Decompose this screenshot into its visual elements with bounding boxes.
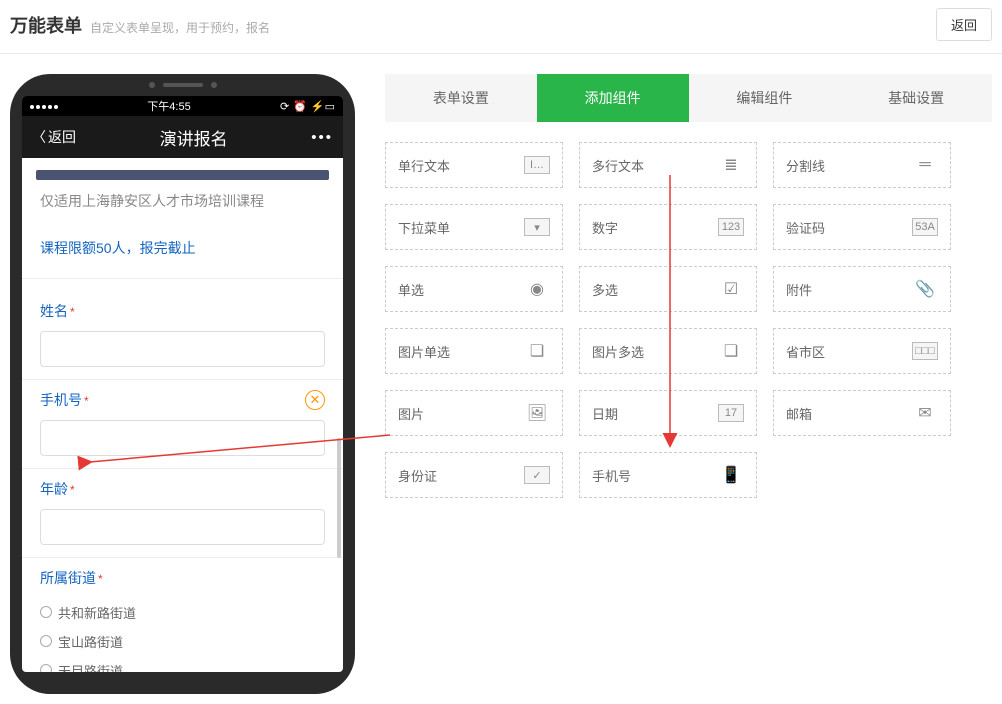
radio-label: 天目路街道 bbox=[58, 661, 123, 672]
component-label: 身份证 bbox=[398, 466, 437, 485]
status-time: 下午4:55 bbox=[147, 98, 190, 114]
component-card[interactable]: 单选 ◉ bbox=[385, 266, 563, 312]
component-card[interactable]: 多选 ☑ bbox=[579, 266, 757, 312]
component-card[interactable]: 数字 123 bbox=[579, 204, 757, 250]
component-card[interactable]: 手机号 📱 bbox=[579, 452, 757, 498]
component-icon: ☑ bbox=[718, 280, 744, 298]
radio-label: 宝山路街道 bbox=[58, 632, 123, 651]
page-subtitle: 自定义表单呈现，用于预约，报名 bbox=[90, 19, 270, 36]
component-icon: ≣ bbox=[718, 156, 744, 174]
component-label: 分割线 bbox=[786, 156, 825, 175]
component-icon: 📎 bbox=[912, 280, 938, 298]
phone-input[interactable] bbox=[40, 420, 325, 456]
component-label: 手机号 bbox=[592, 466, 631, 485]
component-label: 图片 bbox=[398, 404, 424, 423]
component-icon: ═ bbox=[912, 156, 938, 174]
component-palette: 单行文本 I… 多行文本 ≣ 分割线 ═ 下拉菜单 ▾ 数字 123 验证码 53A 单选 ◉ 多选 ☑ 附件 📎… bbox=[385, 122, 992, 498]
component-label: 验证码 bbox=[786, 218, 825, 237]
component-card[interactable]: 下拉菜单 ▾ bbox=[385, 204, 563, 250]
radio-option[interactable]: 宝山路街道 bbox=[40, 627, 325, 656]
form-banner bbox=[36, 170, 329, 180]
component-label: 单行文本 bbox=[398, 156, 450, 175]
component-icon: 123 bbox=[718, 218, 744, 236]
component-icon: □□□ bbox=[912, 342, 938, 360]
builder-tabs: 表单设置 添加组件 编辑组件 基础设置 bbox=[385, 74, 992, 122]
component-icon: ◉ bbox=[524, 280, 550, 298]
close-icon[interactable]: ✕ bbox=[305, 390, 325, 410]
component-icon: 53A bbox=[912, 218, 938, 236]
tab-form-settings[interactable]: 表单设置 bbox=[385, 74, 537, 122]
field-name[interactable]: 姓名* bbox=[22, 291, 343, 380]
component-icon: 17 bbox=[718, 404, 744, 422]
nav-more-icon[interactable]: ••• bbox=[311, 129, 333, 146]
component-icon: ▾ bbox=[524, 218, 550, 236]
field-age-label: 年龄 bbox=[40, 479, 68, 499]
component-card[interactable]: 身份证 ✓ bbox=[385, 452, 563, 498]
component-label: 下拉菜单 bbox=[398, 218, 450, 237]
field-street[interactable]: 所属街道* 共和新路街道 宝山路街道 天目路街道 bbox=[22, 558, 343, 672]
component-label: 多选 bbox=[592, 280, 618, 299]
component-label: 日期 bbox=[592, 404, 618, 423]
battery-icon: ⚡▭ bbox=[311, 100, 335, 113]
alarm-icon: ⏰ bbox=[293, 100, 307, 113]
component-label: 省市区 bbox=[786, 342, 825, 361]
component-card[interactable]: 单行文本 I… bbox=[385, 142, 563, 188]
component-card[interactable]: 邮箱 ✉ bbox=[773, 390, 951, 436]
component-icon: ❏ bbox=[524, 342, 550, 360]
component-label: 附件 bbox=[786, 280, 812, 299]
component-card[interactable]: 多行文本 ≣ bbox=[579, 142, 757, 188]
component-label: 图片单选 bbox=[398, 342, 450, 361]
form-quota-note: 课程限额50人，报完截止 bbox=[22, 230, 343, 279]
name-input[interactable] bbox=[40, 331, 325, 367]
component-icon: 📱 bbox=[718, 466, 744, 484]
field-name-label: 姓名 bbox=[40, 301, 68, 321]
component-icon: ✉ bbox=[912, 404, 938, 422]
field-phone-label: 手机号 bbox=[40, 390, 82, 410]
nav-back-label: 返回 bbox=[48, 127, 76, 147]
refresh-icon: ⟳ bbox=[280, 100, 289, 113]
radio-option[interactable]: 共和新路街道 bbox=[40, 598, 325, 627]
component-card[interactable]: 附件 📎 bbox=[773, 266, 951, 312]
component-icon: ✓ bbox=[524, 466, 550, 484]
radio-option[interactable]: 天目路街道 bbox=[40, 656, 325, 672]
component-label: 单选 bbox=[398, 280, 424, 299]
phone-statusbar: 下午4:55 ⟳ ⏰ ⚡▭ bbox=[22, 96, 343, 116]
nav-back-button[interactable]: 〈 返回 bbox=[32, 127, 76, 147]
tab-edit-component[interactable]: 编辑组件 bbox=[689, 74, 841, 122]
back-button[interactable]: 返回 bbox=[936, 8, 992, 41]
component-card[interactable]: 分割线 ═ bbox=[773, 142, 951, 188]
component-icon: I… bbox=[524, 156, 550, 174]
form-preview: 仅适用上海静安区人才市场培训课程 课程限额50人，报完截止 姓名* 手机号* ✕ bbox=[22, 158, 343, 672]
chevron-left-icon: 〈 bbox=[32, 127, 46, 147]
page-title: 万能表单 bbox=[10, 12, 82, 38]
nav-title: 演讲报名 bbox=[160, 125, 228, 150]
component-card[interactable]: 日期 17 bbox=[579, 390, 757, 436]
component-card[interactable]: 图片单选 ❏ bbox=[385, 328, 563, 374]
component-icon: ❏ bbox=[718, 342, 744, 360]
field-street-label: 所属街道 bbox=[40, 568, 96, 588]
tab-add-component[interactable]: 添加组件 bbox=[537, 74, 689, 122]
form-description: 仅适用上海静安区人才市场培训课程 bbox=[22, 188, 343, 230]
component-card[interactable]: 省市区 □□□ bbox=[773, 328, 951, 374]
phone-mockup: 下午4:55 ⟳ ⏰ ⚡▭ 〈 返回 演讲报名 ••• 仅适用上海静安区人才市场… bbox=[10, 74, 355, 694]
component-card[interactable]: 图片多选 ❏ bbox=[579, 328, 757, 374]
tab-base-settings[interactable]: 基础设置 bbox=[840, 74, 992, 122]
component-card[interactable]: 验证码 53A bbox=[773, 204, 951, 250]
component-card[interactable]: 图片 🖼 bbox=[385, 390, 563, 436]
component-label: 数字 bbox=[592, 218, 618, 237]
age-input[interactable] bbox=[40, 509, 325, 545]
field-phone[interactable]: 手机号* ✕ bbox=[22, 380, 343, 469]
radio-label: 共和新路街道 bbox=[58, 603, 136, 622]
component-label: 邮箱 bbox=[786, 404, 812, 423]
component-icon: 🖼 bbox=[524, 404, 550, 422]
component-label: 多行文本 bbox=[592, 156, 644, 175]
field-age[interactable]: 年龄* bbox=[22, 469, 343, 558]
scrollbar[interactable] bbox=[337, 438, 341, 558]
phone-navbar: 〈 返回 演讲报名 ••• bbox=[22, 116, 343, 158]
component-label: 图片多选 bbox=[592, 342, 644, 361]
